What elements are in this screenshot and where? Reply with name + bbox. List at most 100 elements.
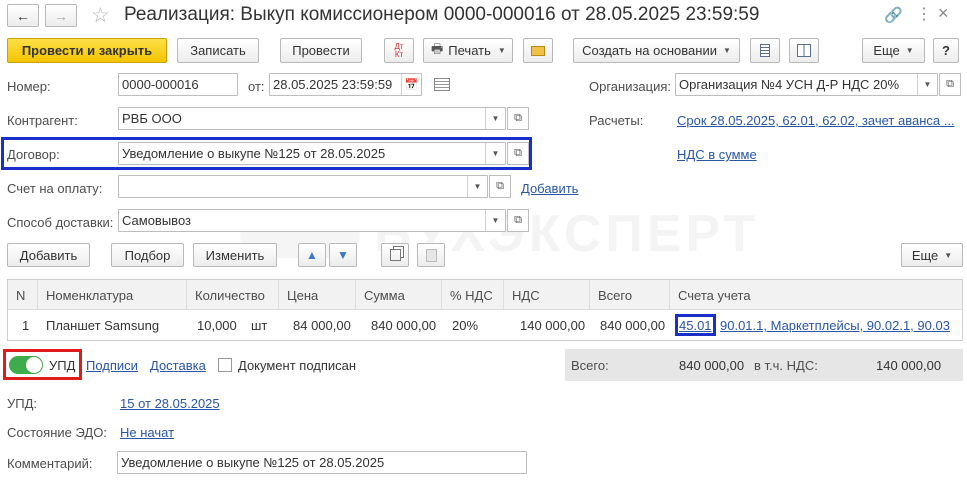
save-button[interactable]: Записать — [177, 38, 259, 63]
copy-button[interactable] — [381, 243, 409, 267]
document-details-icon[interactable] — [434, 78, 450, 91]
cell-item: Планшет Samsung — [46, 317, 160, 333]
date-field[interactable]: 28.05.2025 23:59:59 📅 — [269, 73, 422, 96]
col-header-sum[interactable]: Сумма — [356, 280, 442, 310]
chevron-down-icon[interactable]: ▼ — [917, 74, 937, 95]
cell-total: 840 000,00 — [600, 317, 666, 333]
more-menu-icon[interactable]: ⋮ — [916, 4, 932, 24]
vat-in-sum-link[interactable]: НДС в сумме — [677, 147, 757, 162]
favorite-star-icon[interactable]: ☆ — [91, 3, 110, 28]
printer-icon: 🖶 — [431, 40, 444, 56]
table-more-label: Еще — [911, 247, 939, 263]
chevron-down-icon: ▼ — [944, 250, 953, 260]
delivery-link[interactable]: Доставка — [150, 358, 206, 373]
upd-toggle-label[interactable]: УПД — [49, 358, 75, 373]
structure-button[interactable] — [789, 38, 819, 63]
back-button[interactable]: ← — [7, 4, 39, 27]
cell-price: 84 000,00 — [293, 317, 351, 333]
move-down-button[interactable]: ▼ — [329, 243, 357, 267]
move-up-button[interactable]: ▲ — [298, 243, 326, 267]
report-button[interactable] — [750, 38, 780, 63]
open-invoice-button[interactable]: ⧉ — [489, 175, 511, 198]
col-header-qty[interactable]: Количество — [187, 280, 279, 310]
table-change-button[interactable]: Изменить — [193, 243, 277, 267]
paste-button[interactable] — [417, 243, 445, 267]
calendar-icon[interactable]: 📅 — [401, 74, 421, 95]
edo-status-label: Состояние ЭДО: — [7, 425, 107, 440]
contract-field[interactable]: Уведомление о выкупе №125 от 28.05.2025 … — [118, 142, 506, 165]
open-contractor-button[interactable]: ⧉ — [507, 107, 529, 130]
open-organization-button[interactable]: ⧉ — [939, 73, 961, 96]
chevron-down-icon[interactable]: ▼ — [485, 210, 505, 231]
signatures-link[interactable]: Подписи — [86, 358, 138, 373]
upd-link[interactable]: 15 от 28.05.2025 — [120, 396, 220, 411]
goods-table: N Номенклатура Количество Цена Сумма % Н… — [7, 279, 963, 341]
col-header-vat[interactable]: НДС — [504, 280, 590, 310]
create-based-on-button[interactable]: Создать на основании ▼ — [573, 38, 740, 63]
chevron-down-icon: ▼ — [722, 46, 731, 55]
settlements-link[interactable]: Срок 28.05.2025, 62.01, 62.02, зачет ава… — [677, 113, 955, 128]
col-header-total[interactable]: Всего — [590, 280, 670, 310]
account-rest-link[interactable]: 90.01.1, Маркетплейсы, 90.02.1, 90.03 — [720, 318, 950, 333]
invoice-label: Счет на оплату: — [7, 181, 103, 196]
date-value: 28.05.2025 23:59:59 — [273, 77, 393, 92]
dtkt-button[interactable]: Дт Кт — [384, 38, 414, 63]
col-header-vat-rate[interactable]: % НДС — [442, 280, 504, 310]
invoice-add-link[interactable]: Добавить — [521, 181, 578, 196]
email-button[interactable] — [523, 38, 553, 63]
help-button[interactable]: ? — [933, 38, 959, 63]
contract-label: Договор: — [7, 147, 60, 162]
window-title: Реализация: Выкуп комиссионером 0000-000… — [124, 4, 760, 25]
date-label: от: — [248, 79, 265, 94]
contract-value: Уведомление о выкупе №125 от 28.05.2025 — [122, 146, 386, 161]
post-and-close-button[interactable]: Провести и закрыть — [7, 38, 167, 63]
table-header: N Номенклатура Количество Цена Сумма % Н… — [8, 280, 962, 310]
settlements-label: Расчеты: — [589, 113, 644, 128]
document-list-icon — [760, 44, 770, 57]
comment-field[interactable]: Уведомление о выкупе №125 от 28.05.2025 — [117, 451, 527, 474]
table-select-button[interactable]: Подбор — [111, 243, 184, 267]
link-icon[interactable]: 🔗 — [884, 6, 903, 24]
dtkt-bottom-label: Кт — [394, 49, 404, 59]
delivery-method-field[interactable]: Самовывоз ▼ — [118, 209, 506, 232]
organization-value: Организация №4 УСН Д-Р НДС 20% — [679, 77, 900, 92]
col-header-price[interactable]: Цена — [279, 280, 356, 310]
more-button[interactable]: Еще ▼ — [862, 38, 925, 63]
col-header-n[interactable]: N — [8, 280, 38, 310]
signed-checkbox-label: Документ подписан — [238, 358, 357, 373]
toggle-knob — [26, 357, 42, 373]
cell-n: 1 — [22, 317, 30, 333]
table-more-button[interactable]: Еще ▼ — [901, 243, 963, 267]
chevron-down-icon[interactable]: ▼ — [485, 143, 505, 164]
cell-unit: шт — [251, 317, 268, 333]
forward-button[interactable]: → — [45, 4, 77, 27]
invoice-field[interactable]: ▼ — [118, 175, 488, 198]
cell-vat: 140 000,00 — [520, 317, 586, 333]
chevron-down-icon[interactable]: ▼ — [467, 176, 487, 197]
print-button[interactable]: 🖶 Печать ▼ — [423, 38, 513, 63]
print-label: Печать — [448, 43, 491, 58]
col-header-accounts[interactable]: Счета учета — [670, 280, 962, 310]
account-main-link[interactable]: 45.01 — [679, 318, 712, 333]
arrow-down-icon: ▼ — [337, 248, 349, 262]
post-button[interactable]: Провести — [280, 38, 362, 63]
contractor-value: РВБ ООО — [122, 111, 182, 126]
paste-icon — [425, 248, 437, 262]
upd-toggle[interactable] — [9, 356, 43, 374]
number-field[interactable]: 0000-000016 — [118, 73, 238, 96]
organization-field[interactable]: Организация №4 УСН Д-Р НДС 20% ▼ — [675, 73, 938, 96]
upd-label: УПД: — [7, 396, 38, 411]
open-delivery-method-button[interactable]: ⧉ — [507, 209, 529, 232]
col-header-item[interactable]: Номенклатура — [38, 280, 187, 310]
table-add-button[interactable]: Добавить — [7, 243, 90, 267]
chevron-down-icon[interactable]: ▼ — [485, 108, 505, 129]
signed-checkbox[interactable] — [218, 358, 232, 372]
close-icon[interactable]: × — [938, 3, 949, 24]
open-contract-button[interactable]: ⧉ — [507, 142, 529, 165]
total-value: 840 000,00 — [679, 358, 745, 373]
chevron-down-icon: ▼ — [905, 46, 914, 55]
edo-status-link[interactable]: Не начат — [120, 425, 174, 440]
contractor-field[interactable]: РВБ ООО ▼ — [118, 107, 506, 130]
table-row[interactable]: 1 Планшет Samsung 10,000 шт 84 000,00 84… — [8, 310, 962, 340]
delivery-method-label: Способ доставки: — [7, 215, 114, 230]
